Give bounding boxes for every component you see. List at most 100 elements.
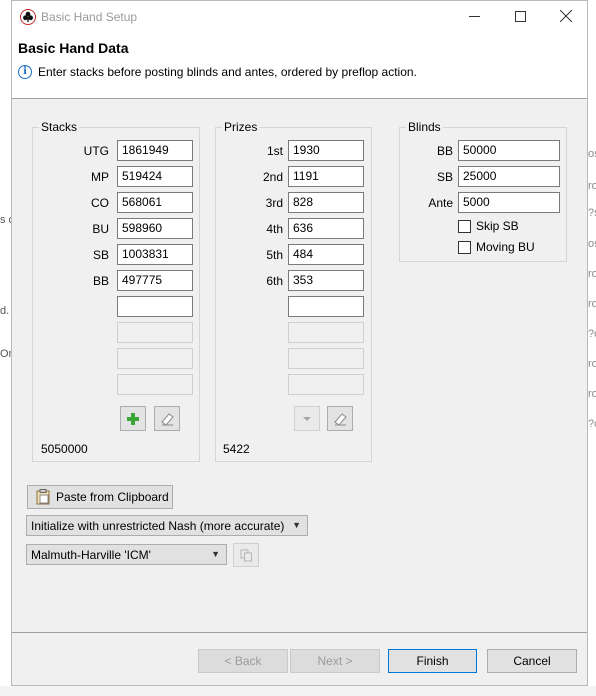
background-text: ro <box>588 388 596 400</box>
title-bar: Basic Hand Setup <box>12 1 587 33</box>
prize-place-label: 4th <box>266 222 283 236</box>
checkbox-box[interactable] <box>458 219 471 233</box>
basic-hand-setup-dialog: Basic Hand Setup Basic Hand Data i Enter… <box>11 0 588 686</box>
cancel-button[interactable]: Cancel <box>487 649 577 673</box>
ante-label: Ante <box>428 196 453 210</box>
footer-separator <box>12 632 587 633</box>
close-button[interactable] <box>543 1 589 31</box>
eraser-icon <box>334 412 347 426</box>
sb-input[interactable]: 25000 <box>458 166 560 187</box>
background-text: ro <box>588 268 596 280</box>
initialize-select-value: Initialize with unrestricted Nash (more … <box>31 519 285 533</box>
prize-input-disabled <box>288 348 364 369</box>
initialize-select[interactable]: Initialize with unrestricted Nash (more … <box>26 515 308 536</box>
background-text: d. <box>0 305 10 317</box>
stacks-group: Stacks UTG MP CO BU SB BB 1861949 519424… <box>32 120 200 462</box>
prize-place-label: 1st <box>266 144 283 158</box>
background-text: os <box>588 238 596 250</box>
clipboard-icon <box>36 489 50 505</box>
eraser-icon <box>161 412 174 426</box>
minimize-button[interactable] <box>451 1 497 31</box>
icm-model-select-value: Malmuth-Harville 'ICM' <box>31 548 151 562</box>
moving-bu-checkbox[interactable]: Moving BU <box>458 240 535 254</box>
prize-input-disabled <box>288 374 364 395</box>
prizes-total: 5422 <box>223 442 250 456</box>
paste-from-clipboard-button[interactable]: Paste from Clipboard <box>27 485 173 509</box>
background-text: ?s <box>588 207 596 219</box>
info-message: Enter stacks before posting blinds and a… <box>38 65 417 79</box>
minimize-icon <box>468 15 480 17</box>
finish-button[interactable]: Finish <box>388 649 477 673</box>
prize-input[interactable]: 828 <box>288 192 364 213</box>
stack-input-disabled <box>117 348 193 369</box>
prize-input[interactable]: 1191 <box>288 166 364 187</box>
chevron-down-icon: ▼ <box>292 520 301 530</box>
dialog-header: Basic Hand Data i Enter stacks before po… <box>12 33 587 99</box>
stack-position-label: SB <box>92 248 109 262</box>
stack-position-label: MP <box>91 170 109 184</box>
prize-input[interactable]: 1930 <box>288 140 364 161</box>
checkbox-box[interactable] <box>458 240 471 254</box>
window-title: Basic Hand Setup <box>41 10 138 24</box>
stack-position-label: BB <box>92 274 109 288</box>
prize-place-label: 6th <box>266 274 283 288</box>
copy-icm-button <box>233 543 259 567</box>
ante-input[interactable]: 5000 <box>458 192 560 213</box>
prizes-group: Prizes 1st 2nd 3rd 4th 5th 6th 1930 1191… <box>215 120 372 462</box>
sb-label: SB <box>436 170 453 184</box>
skip-sb-checkbox[interactable]: Skip SB <box>458 219 519 233</box>
info-icon: i <box>18 65 32 79</box>
app-icon <box>20 9 36 25</box>
background-text: ?o <box>588 418 596 430</box>
stack-input[interactable]: 568061 <box>117 192 193 213</box>
stack-input[interactable]: 1861949 <box>117 140 193 161</box>
background-text: ?o <box>588 328 596 340</box>
background-text: ro <box>588 358 596 370</box>
prize-place-label: 5th <box>266 248 283 262</box>
background-text: ro <box>588 180 596 192</box>
background-text: ro <box>588 298 596 310</box>
add-player-button[interactable] <box>120 406 146 431</box>
prize-input[interactable]: 484 <box>288 244 364 265</box>
stack-input-empty[interactable] <box>117 296 193 317</box>
clear-stacks-button[interactable] <box>154 406 180 431</box>
page-title: Basic Hand Data <box>18 40 129 56</box>
bb-label: BB <box>436 144 453 158</box>
clear-prizes-button[interactable] <box>327 406 353 431</box>
prize-place-label: 3rd <box>265 196 283 210</box>
chevron-down-icon: ▼ <box>211 549 220 559</box>
skip-sb-label: Skip SB <box>476 219 519 233</box>
icm-model-select[interactable]: Malmuth-Harville 'ICM' ▼ <box>26 544 227 565</box>
stack-input-disabled <box>117 322 193 343</box>
copy-icon <box>240 549 252 561</box>
stack-input[interactable]: 1003831 <box>117 244 193 265</box>
stack-position-label: BU <box>92 222 109 236</box>
blinds-group-label: Blinds <box>406 120 443 134</box>
next-button: Next > <box>290 649 380 673</box>
stack-position-label: CO <box>91 196 109 210</box>
prize-input[interactable]: 353 <box>288 270 364 291</box>
bb-input[interactable]: 50000 <box>458 140 560 161</box>
blinds-group: Blinds BB SB Ante 50000 25000 5000 Skip … <box>399 120 567 262</box>
stacks-total: 5050000 <box>41 442 88 456</box>
prize-input-empty[interactable] <box>288 296 364 317</box>
stack-input[interactable]: 497775 <box>117 270 193 291</box>
stack-input[interactable]: 598960 <box>117 218 193 239</box>
prize-input[interactable]: 636 <box>288 218 364 239</box>
stack-position-label: UTG <box>83 144 109 158</box>
stack-input[interactable]: 519424 <box>117 166 193 187</box>
prizes-group-label: Prizes <box>222 120 260 134</box>
prize-place-label: 2nd <box>262 170 283 184</box>
back-button: < Back <box>198 649 288 673</box>
stacks-group-label: Stacks <box>39 120 80 134</box>
background-text: os <box>588 148 596 160</box>
maximize-icon <box>514 10 526 22</box>
moving-bu-label: Moving BU <box>476 240 535 254</box>
prize-dropdown-button <box>294 406 320 431</box>
add-icon <box>127 412 139 425</box>
chevron-down-icon <box>303 416 311 421</box>
close-icon <box>560 10 572 22</box>
stack-input-disabled <box>117 374 193 395</box>
paste-button-label: Paste from Clipboard <box>56 490 169 504</box>
maximize-button[interactable] <box>497 1 543 31</box>
